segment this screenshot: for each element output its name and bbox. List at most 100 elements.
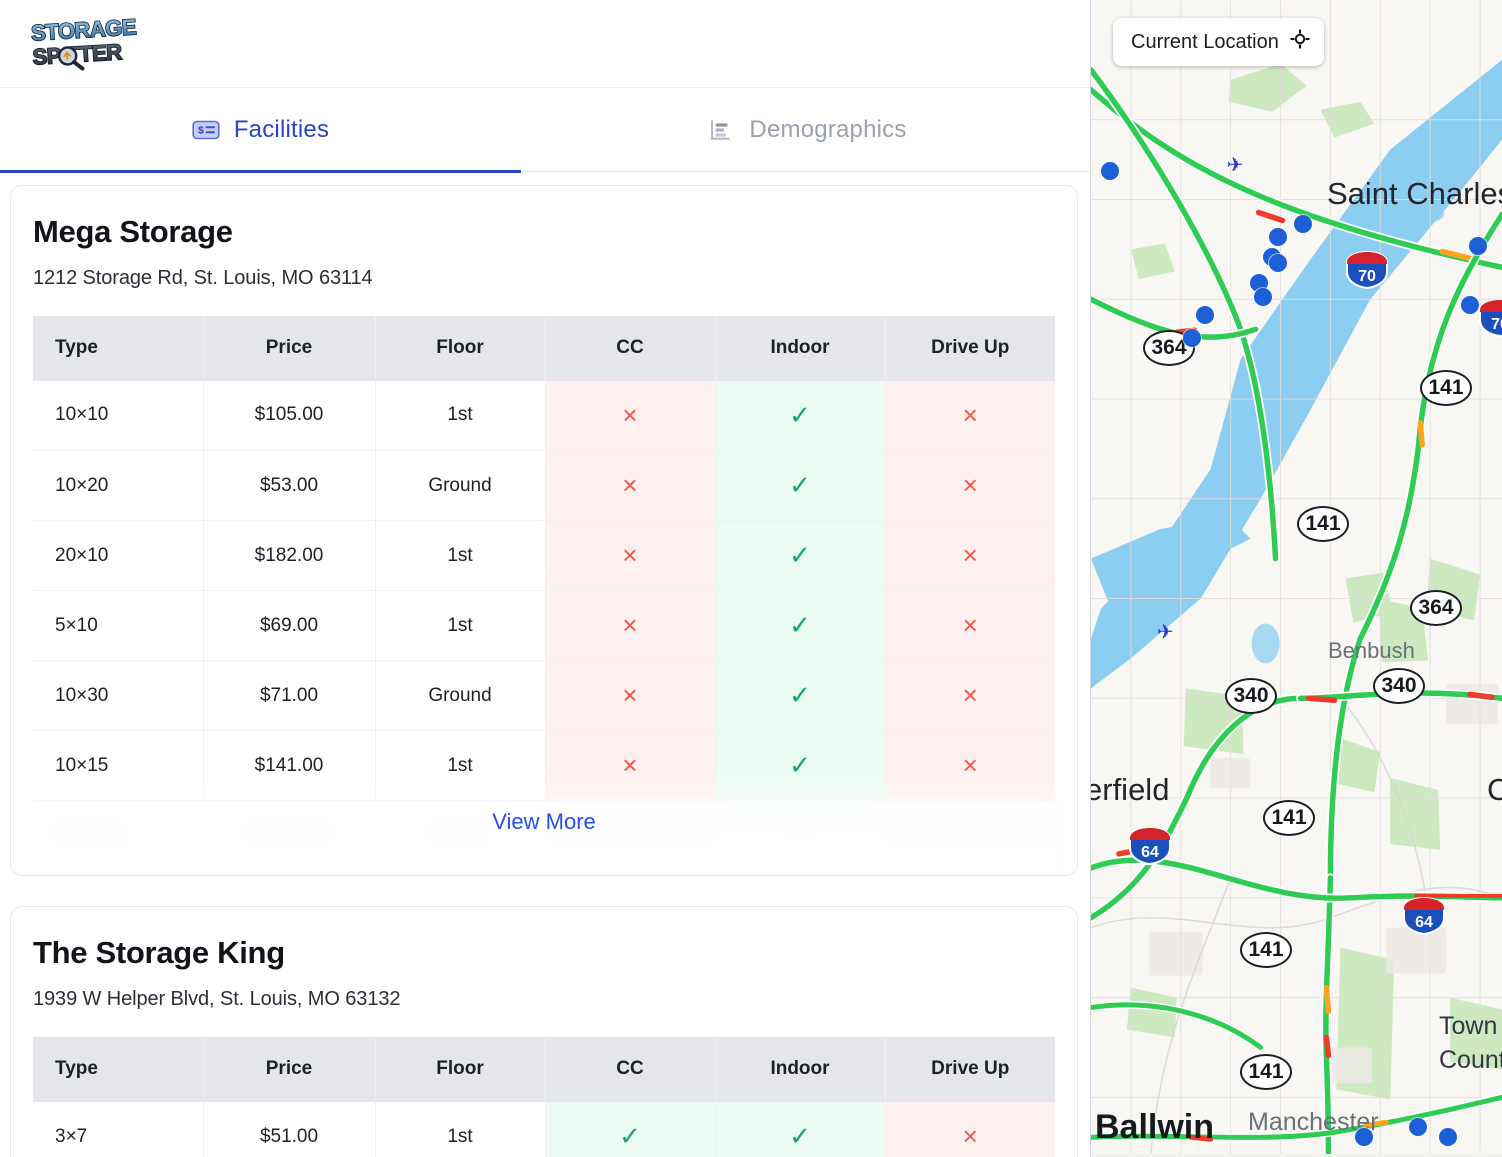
svg-text:70: 70 [1491,316,1502,333]
interstate-shield: 64 [1127,826,1173,866]
map-label-saint-charles: Saint Charles [1327,176,1502,211]
facility-card[interactable]: The Storage King 1939 W Helper Blvd, St.… [10,906,1078,1157]
map-pin-facility[interactable] [1469,237,1487,255]
map-pin-facility[interactable] [1269,254,1287,272]
cell-type: 3×7 [33,1101,204,1157]
col-indoor: Indoor [715,315,886,381]
storage-spotter-logo[interactable]: STORAGE SP TTER [28,11,153,76]
map-label-town-and-country-line2: Countr [1439,1046,1502,1074]
x-icon: × [962,399,978,430]
view-more-link[interactable]: View More [33,809,1055,835]
route-shield: 364 [1410,590,1462,626]
cell-indoor: ✓ [715,1101,886,1157]
tab-facilities[interactable]: $ Facilities [0,88,521,173]
col-price: Price [203,315,376,381]
col-price: Price [203,1036,376,1102]
cell-drive-up: × [885,520,1055,592]
facility-address: 1939 W Helper Blvd, St. Louis, MO 63132 [33,987,401,1010]
interstate-shield: 64 [1401,896,1447,936]
map-pin-facility[interactable] [1409,1118,1427,1136]
crosshair-icon [1290,29,1310,55]
price-card-icon: $ [192,118,220,142]
main-tabs: $ Facilities Demographics [0,88,1090,173]
check-icon: ✓ [789,610,811,641]
map-pin-facility[interactable] [1269,228,1287,246]
check-icon: ✓ [789,399,811,430]
unit-size-table: Type Price Floor CC Indoor Drive Up 3×7 … [33,1036,1055,1157]
svg-text:64: 64 [1415,914,1433,931]
cell-price: $69.00 [203,590,376,662]
cell-drive-up: × [885,1101,1055,1157]
cell-indoor: ✓ [715,520,886,592]
table-row: 10×30 $71.00 Ground × ✓ × [33,660,1055,732]
svg-text:✈: ✈ [1157,621,1174,643]
cell-price: $182.00 [203,520,376,592]
route-shield: 340 [1225,678,1277,714]
facility-card[interactable]: Mega Storage 1212 Storage Rd, St. Louis,… [10,185,1078,877]
current-location-button[interactable]: Current Location [1113,18,1324,66]
map-pin-facility[interactable] [1101,162,1119,180]
facility-address: 1212 Storage Rd, St. Louis, MO 63114 [33,266,373,289]
cell-price: $105.00 [203,380,376,452]
table-row: 10×20 $53.00 Ground × ✓ × [33,450,1055,522]
cell-price: $51.00 [203,1101,376,1157]
cell-cc: × [545,450,716,522]
app-header: STORAGE SP TTER [0,0,1090,88]
check-icon: ✓ [789,540,811,571]
col-cc: CC [545,315,716,381]
route-shield: 141 [1297,506,1349,542]
cell-floor: 1st [375,380,546,452]
map-pin-facility[interactable] [1461,296,1479,314]
route-shield: 340 [1373,668,1425,704]
col-drive-up: Drive Up [885,1036,1055,1102]
table-fade-region: × ✓ × View More [33,773,1055,876]
bar-chart-icon [707,118,735,142]
cell-indoor: ✓ [715,660,886,732]
facility-name: Mega Storage [33,214,233,249]
map-pin-facility[interactable] [1196,306,1214,324]
cell-price: $53.00 [203,450,376,522]
unit-size-table: Type Price Floor CC Indoor Drive Up 10×1… [33,315,1055,802]
svg-text:✈: ✈ [1227,155,1244,177]
map-pin-facility[interactable] [1254,288,1272,306]
cell-drive-up: × [885,450,1055,522]
map-pin-facility[interactable] [1294,215,1312,233]
x-icon: × [962,540,978,571]
water-body [1251,623,1280,664]
facility-name: The Storage King [33,935,285,971]
cell-cc: × [545,520,716,592]
cell-indoor: ✓ [715,380,886,452]
map-pin-facility[interactable] [1355,1128,1373,1146]
route-shield: 141 [1240,932,1292,968]
map-label-town-and-country-line1: Town a [1439,1012,1502,1040]
cell-cc: × [545,380,716,452]
map-label-ballwin: Ballwin [1095,1108,1215,1146]
tab-demographics[interactable]: Demographics [521,88,1090,172]
check-icon: ✓ [789,1121,811,1152]
map-canvas[interactable]: ✈ ✈ [1091,0,1502,1155]
cell-cc: × [545,660,716,732]
cell-drive-up: × [885,590,1055,662]
map-panel[interactable]: ✈ ✈ Current Location 364 141 141 364 340… [1090,0,1502,1157]
map-pin-facility[interactable] [1183,329,1201,347]
route-shield: 141 [1263,800,1315,836]
current-location-label: Current Location [1131,30,1279,53]
table-row: 5×10 $69.00 1st × ✓ × [33,590,1055,662]
x-icon: × [962,610,978,641]
svg-text:$: $ [198,125,204,137]
x-icon: × [962,680,978,711]
map-label-partial: C [1487,772,1502,808]
check-icon: ✓ [789,470,811,501]
facility-card-list[interactable]: Mega Storage 1212 Storage Rd, St. Louis,… [0,173,1090,1157]
map-pin-facility[interactable] [1439,1128,1457,1146]
check-icon: ✓ [619,1121,641,1152]
tab-facilities-label: Facilities [233,116,330,143]
cell-type: 10×10 [33,380,204,452]
svg-text:70: 70 [1358,268,1376,285]
cell-floor: Ground [375,450,546,522]
cell-price: $71.00 [203,660,376,732]
route-shield: 141 [1240,1054,1292,1090]
interstate-shield: 70 [1477,298,1502,338]
cell-type: 5×10 [33,590,204,662]
cell-type: 20×10 [33,520,204,592]
